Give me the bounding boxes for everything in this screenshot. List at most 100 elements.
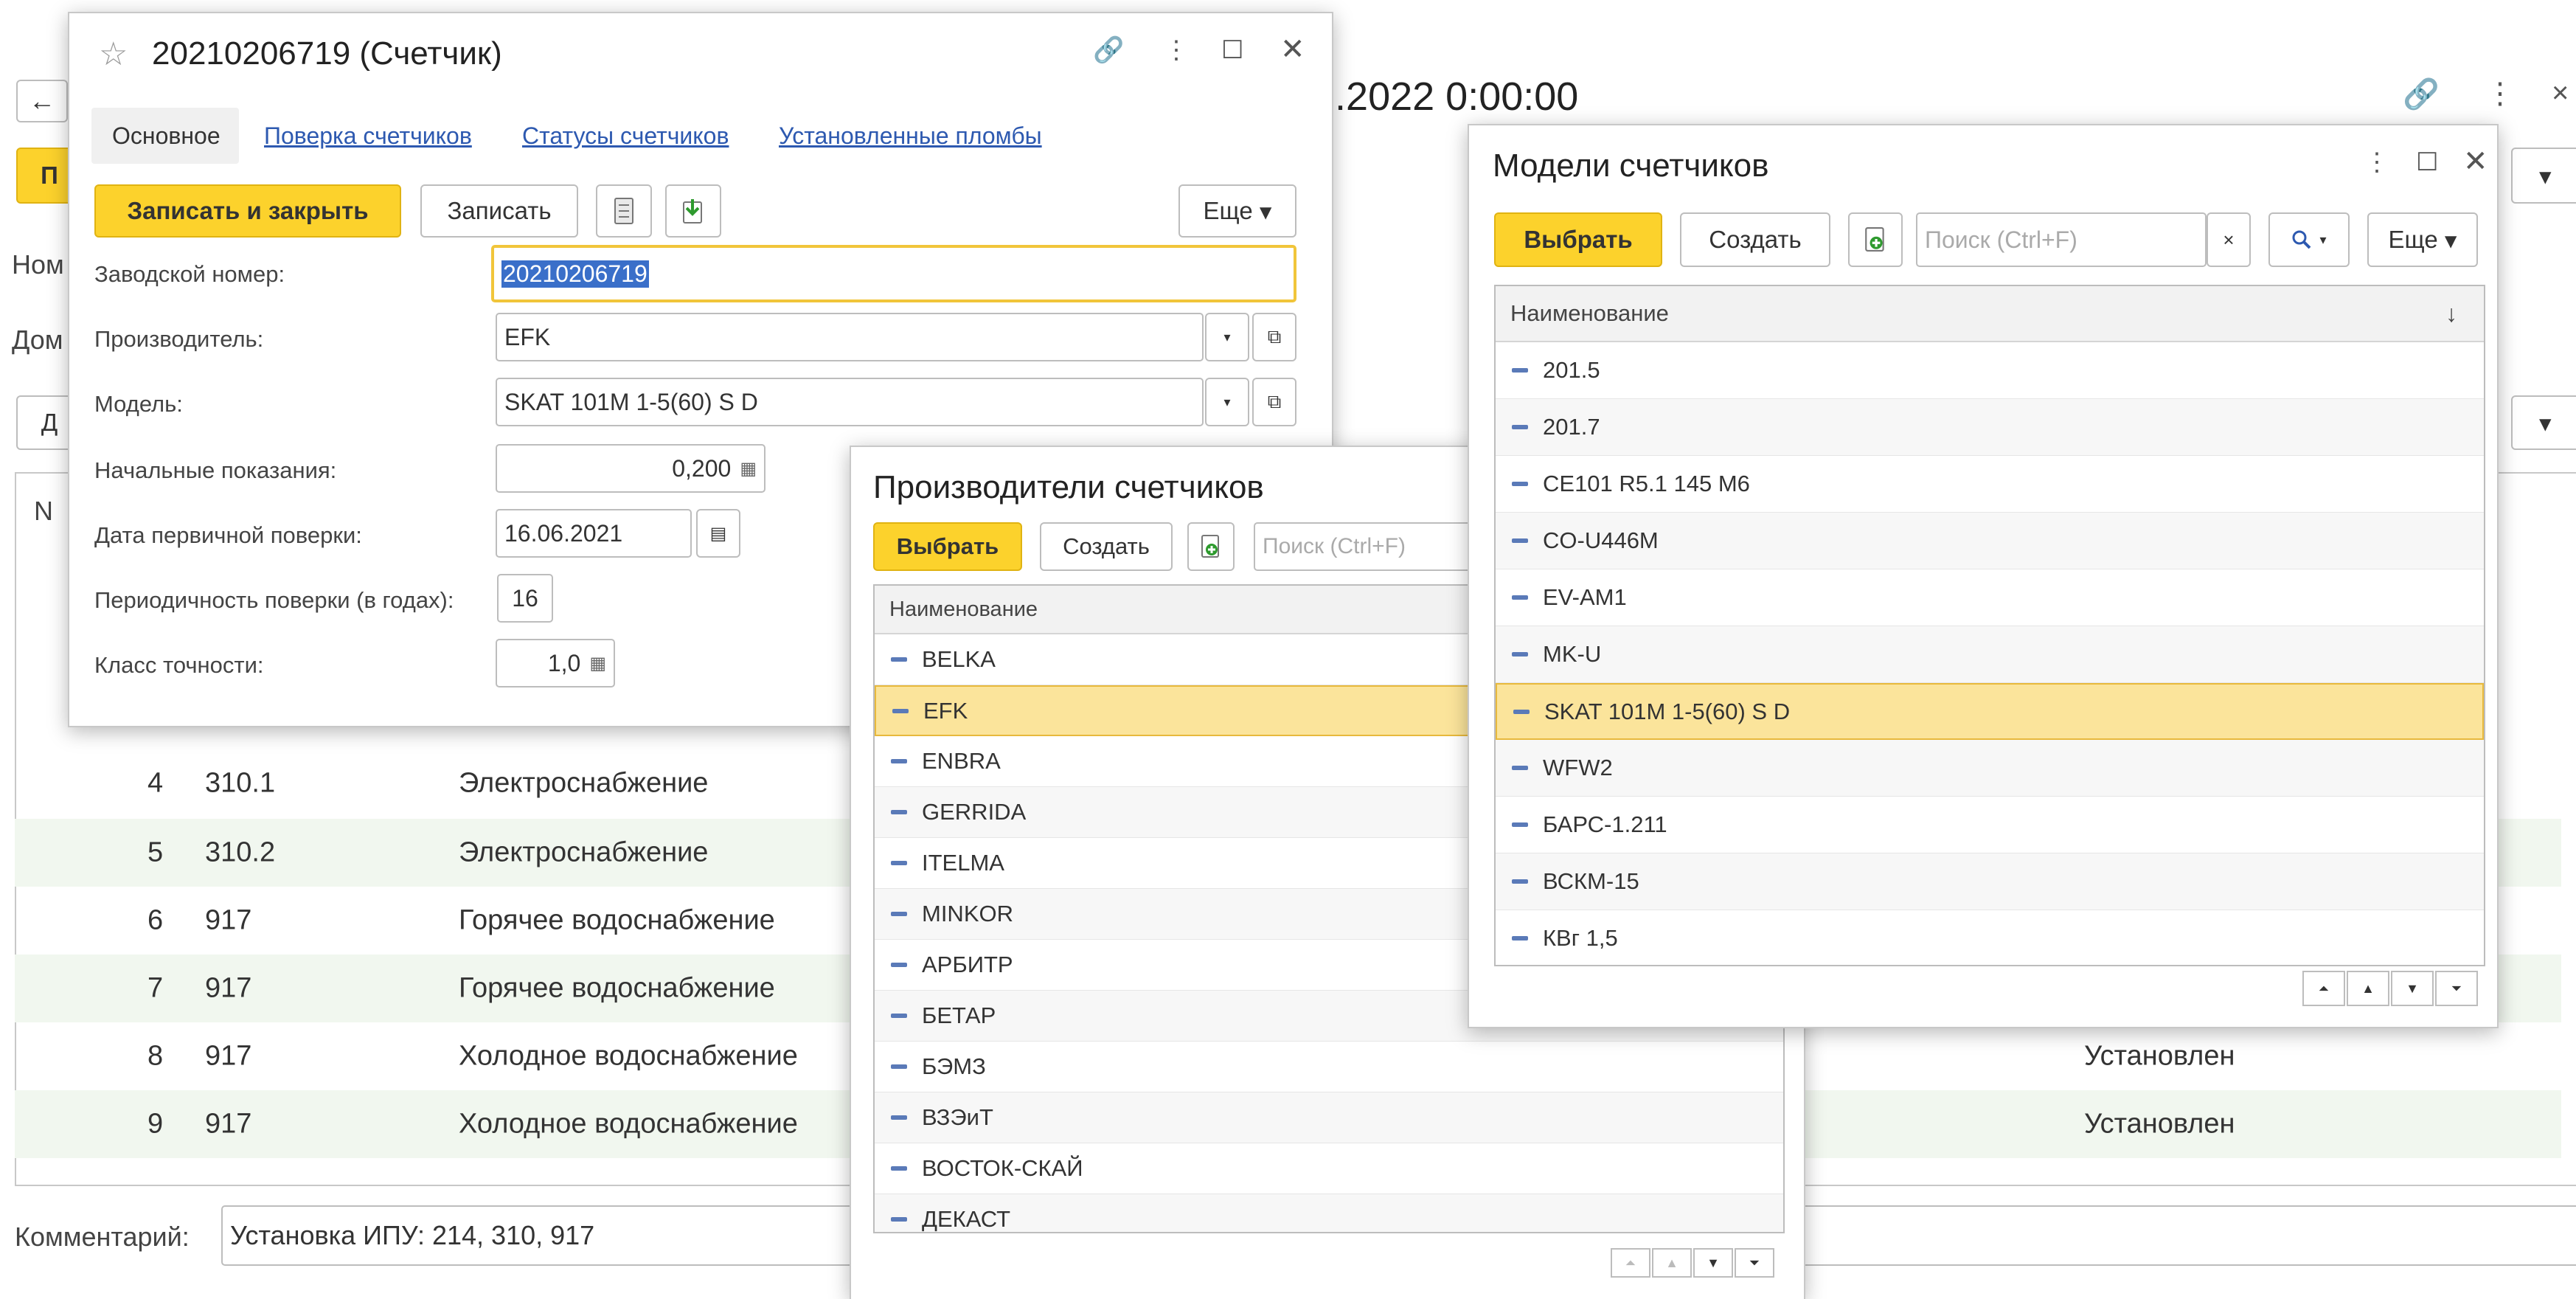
close-icon[interactable]: ✕ [1280,32,1305,66]
document-icon-button[interactable] [596,184,652,238]
tab-seals[interactable]: Установленные пломбы [779,122,1042,150]
model-list-item[interactable]: WFW2 [1496,740,2484,797]
calculator-icon[interactable]: ▦ [740,458,757,479]
row-code: 917 [205,1108,252,1140]
more-vertical-icon[interactable]: ⋮ [2485,77,2515,111]
model-list-item[interactable]: SKAT 101M 1-5(60) S D [1496,683,2484,740]
makers-copy-button[interactable] [1187,522,1235,571]
maker-item-label: ВОСТОК-СКАЙ [922,1155,1083,1181]
maker-item-label: EFK [923,697,968,724]
makers-create-button[interactable]: Создать [1040,522,1173,571]
row-number: 7 [147,972,164,1004]
maker-list-item[interactable]: ДЕКАСТ [875,1194,1783,1232]
maximize-icon[interactable]: ☐ [1221,35,1243,65]
makers-nav-first[interactable]: ⏶ [1611,1248,1650,1278]
models-search-clear-button[interactable]: × [2207,212,2251,267]
more-vertical-icon[interactable]: ⋮ [1164,35,1189,65]
models-more-button[interactable]: Еще ▾ [2367,212,2478,267]
link-icon[interactable]: 🔗 [1093,35,1124,65]
models-search-input[interactable]: Поиск (Ctrl+F) [1916,212,2207,267]
model-label: Модель: [94,391,183,417]
model-dropdown-button[interactable]: ▾ [1205,378,1249,426]
number-label-partial: Ном [12,249,64,280]
model-list-item[interactable]: CE101 R5.1 145 M6 [1496,456,2484,513]
row-number: 8 [147,1040,164,1072]
tab-statuses[interactable]: Статусы счетчиков [522,122,729,150]
back-button[interactable]: ← [16,80,68,122]
maker-item-label: БЭМЗ [922,1053,986,1079]
maker-open-button[interactable]: ⧉ [1252,313,1296,361]
makers-select-button[interactable]: Выбрать [873,522,1022,571]
model-list-item[interactable]: 201.7 [1496,399,2484,456]
model-list-item[interactable]: 201.5 [1496,342,2484,399]
models-nav-up[interactable]: ▲ [2347,971,2389,1006]
maker-dropdown-button[interactable]: ▾ [1205,313,1249,361]
maker-list-item[interactable]: БЭМЗ [875,1042,1783,1092]
green-arrow-document-icon [683,199,702,224]
models-search-button[interactable]: ▾ [2268,212,2350,267]
model-list-item[interactable]: MK-U [1496,626,2484,683]
save-button[interactable]: Записать [420,184,578,238]
model-list-item[interactable]: EV-AM1 [1496,569,2484,626]
maker-item-label: ENBRA [922,748,1001,774]
close-icon[interactable]: ✕ [2463,145,2488,179]
model-item-label: 201.7 [1543,414,1600,440]
row-number: 9 [147,1108,164,1140]
model-open-button[interactable]: ⧉ [1252,378,1296,426]
favorite-star-icon[interactable]: ☆ [99,35,128,73]
tab-verification[interactable]: Поверка счетчиков [264,122,472,150]
sort-arrow-icon[interactable]: ↓ [2445,300,2457,328]
model-list-item[interactable]: БАРС-1.211 [1496,797,2484,853]
models-create-button[interactable]: Создать [1680,212,1830,267]
period-input[interactable]: 16 [497,574,553,623]
verification-date-input[interactable]: 16.06.2021 [496,509,692,558]
accuracy-input[interactable]: 1,0 ▦ [496,639,615,687]
item-marker-icon [891,1115,907,1120]
maker-item-label: GERRIDA [922,799,1027,825]
model-list-item[interactable]: КВг 1,5 [1496,910,2484,965]
item-marker-icon [1512,595,1528,600]
models-select-button[interactable]: Выбрать [1494,212,1662,267]
maximize-icon[interactable]: ☐ [2416,148,2438,177]
model-list-item[interactable]: ВСКМ-15 [1496,853,2484,910]
more-dropdown-partial[interactable]: ▾ [2511,395,2576,450]
maker-input[interactable]: EFK [496,313,1204,361]
item-marker-icon [1512,822,1528,827]
more-dropdown-partial-top[interactable]: ▾ [2511,148,2576,204]
add-document-icon [1201,535,1219,558]
makers-nav-down[interactable]: ▼ [1693,1248,1733,1278]
comment-label: Комментарий: [15,1222,190,1252]
close-icon[interactable]: × [2552,77,2569,110]
upload-icon-button[interactable] [665,184,721,238]
models-column-header[interactable]: Наименование ↓ [1496,286,2484,342]
item-marker-icon [1512,482,1528,486]
calculator-icon[interactable]: ▦ [589,653,606,674]
makers-nav-up[interactable]: ▲ [1652,1248,1692,1278]
serial-input[interactable]: 20210206719 [491,245,1296,302]
more-button[interactable]: Еще ▾ [1178,184,1296,238]
models-copy-button[interactable] [1848,212,1903,267]
row-service: Холодное водоснабжение [459,1040,798,1072]
makers-nav-last[interactable]: ⏷ [1735,1248,1774,1278]
more-vertical-icon[interactable]: ⋮ [2364,148,2389,177]
model-list-item[interactable]: CO-U446M [1496,513,2484,569]
calendar-button[interactable]: ▤ [696,509,740,558]
models-nav-down[interactable]: ▼ [2391,971,2434,1006]
item-marker-icon [892,708,909,713]
house-label-partial: Дом [12,325,63,355]
maker-list-item[interactable]: ВОСТОК-СКАЙ [875,1143,1783,1194]
save-close-button[interactable]: Записать и закрыть [94,184,401,238]
models-nav-first[interactable]: ⏶ [2302,971,2345,1006]
models-nav-last[interactable]: ⏷ [2435,971,2478,1006]
maker-list-item[interactable]: ВЗЭиТ [875,1092,1783,1143]
row-code: 917 [205,972,252,1004]
row-service: Горячее водоснабжение [459,972,775,1004]
accuracy-value: 1,0 [547,649,581,676]
model-input[interactable]: SKAT 101M 1-5(60) S D [496,378,1204,426]
initial-reading-input[interactable]: 0,200 ▦ [496,444,765,493]
link-icon[interactable]: 🔗 [2403,77,2440,111]
item-marker-icon [891,912,907,916]
maker-label: Производитель: [94,326,264,352]
model-item-label: CE101 R5.1 145 M6 [1543,471,1750,496]
row-code: 917 [205,904,252,936]
